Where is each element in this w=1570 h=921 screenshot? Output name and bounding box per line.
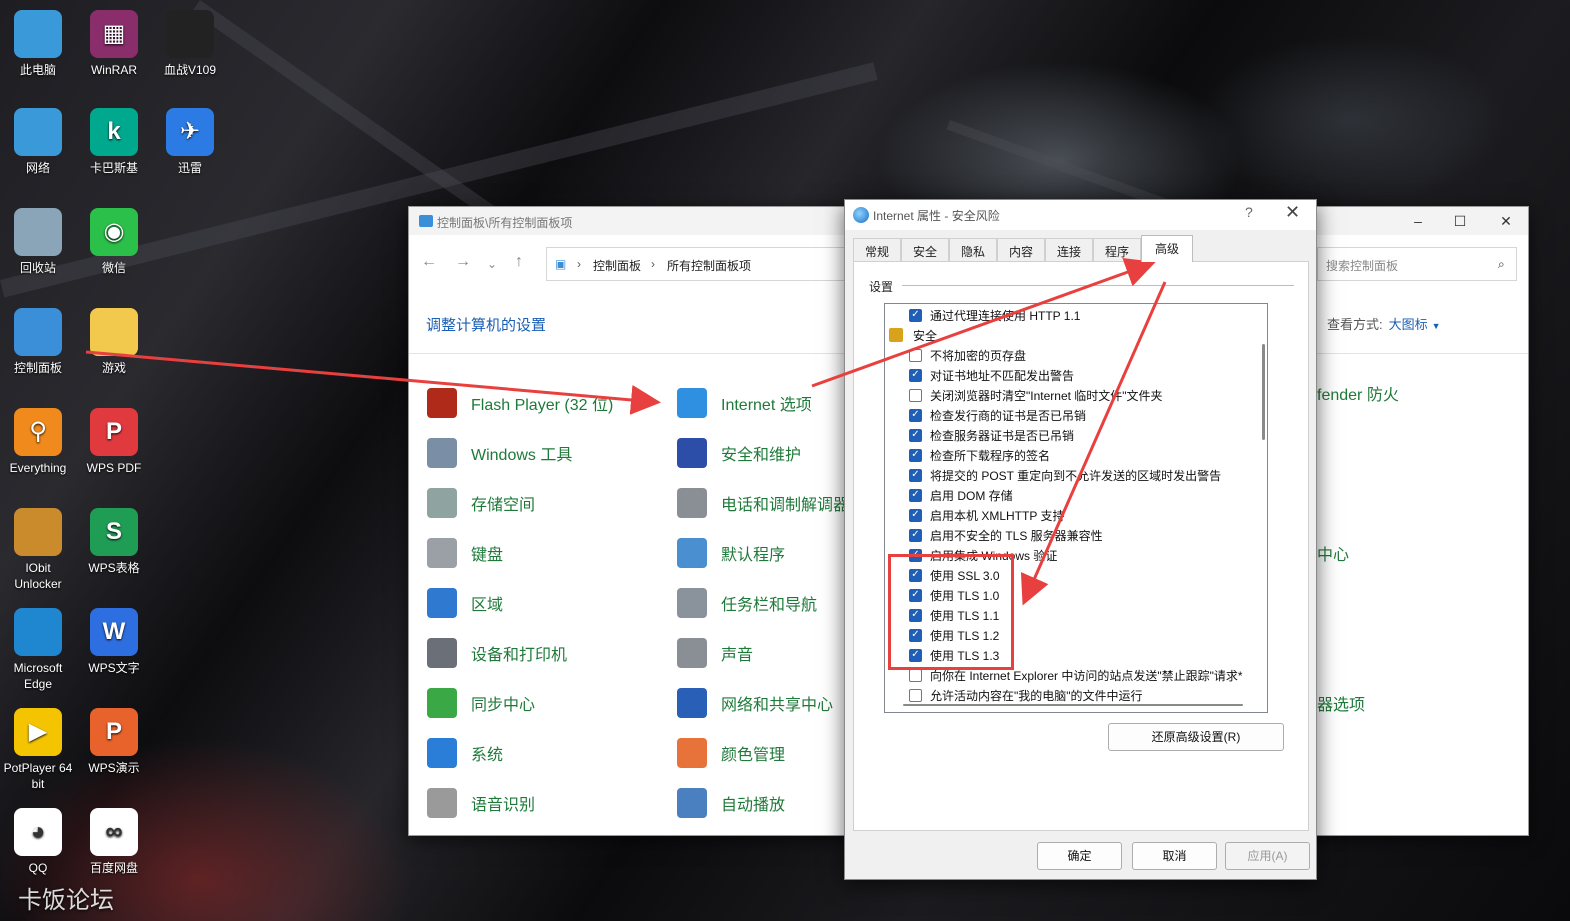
annotation-arrow bbox=[811, 258, 1156, 388]
watermark: 卡饭论坛 bbox=[18, 887, 114, 914]
tab-6[interactable]: 高级 bbox=[1141, 235, 1193, 262]
annotation-arrows bbox=[85, 258, 1167, 606]
annotation-arrow bbox=[85, 350, 661, 415]
highlight-box bbox=[888, 554, 1014, 670]
annotation-arrow bbox=[1020, 281, 1167, 606]
